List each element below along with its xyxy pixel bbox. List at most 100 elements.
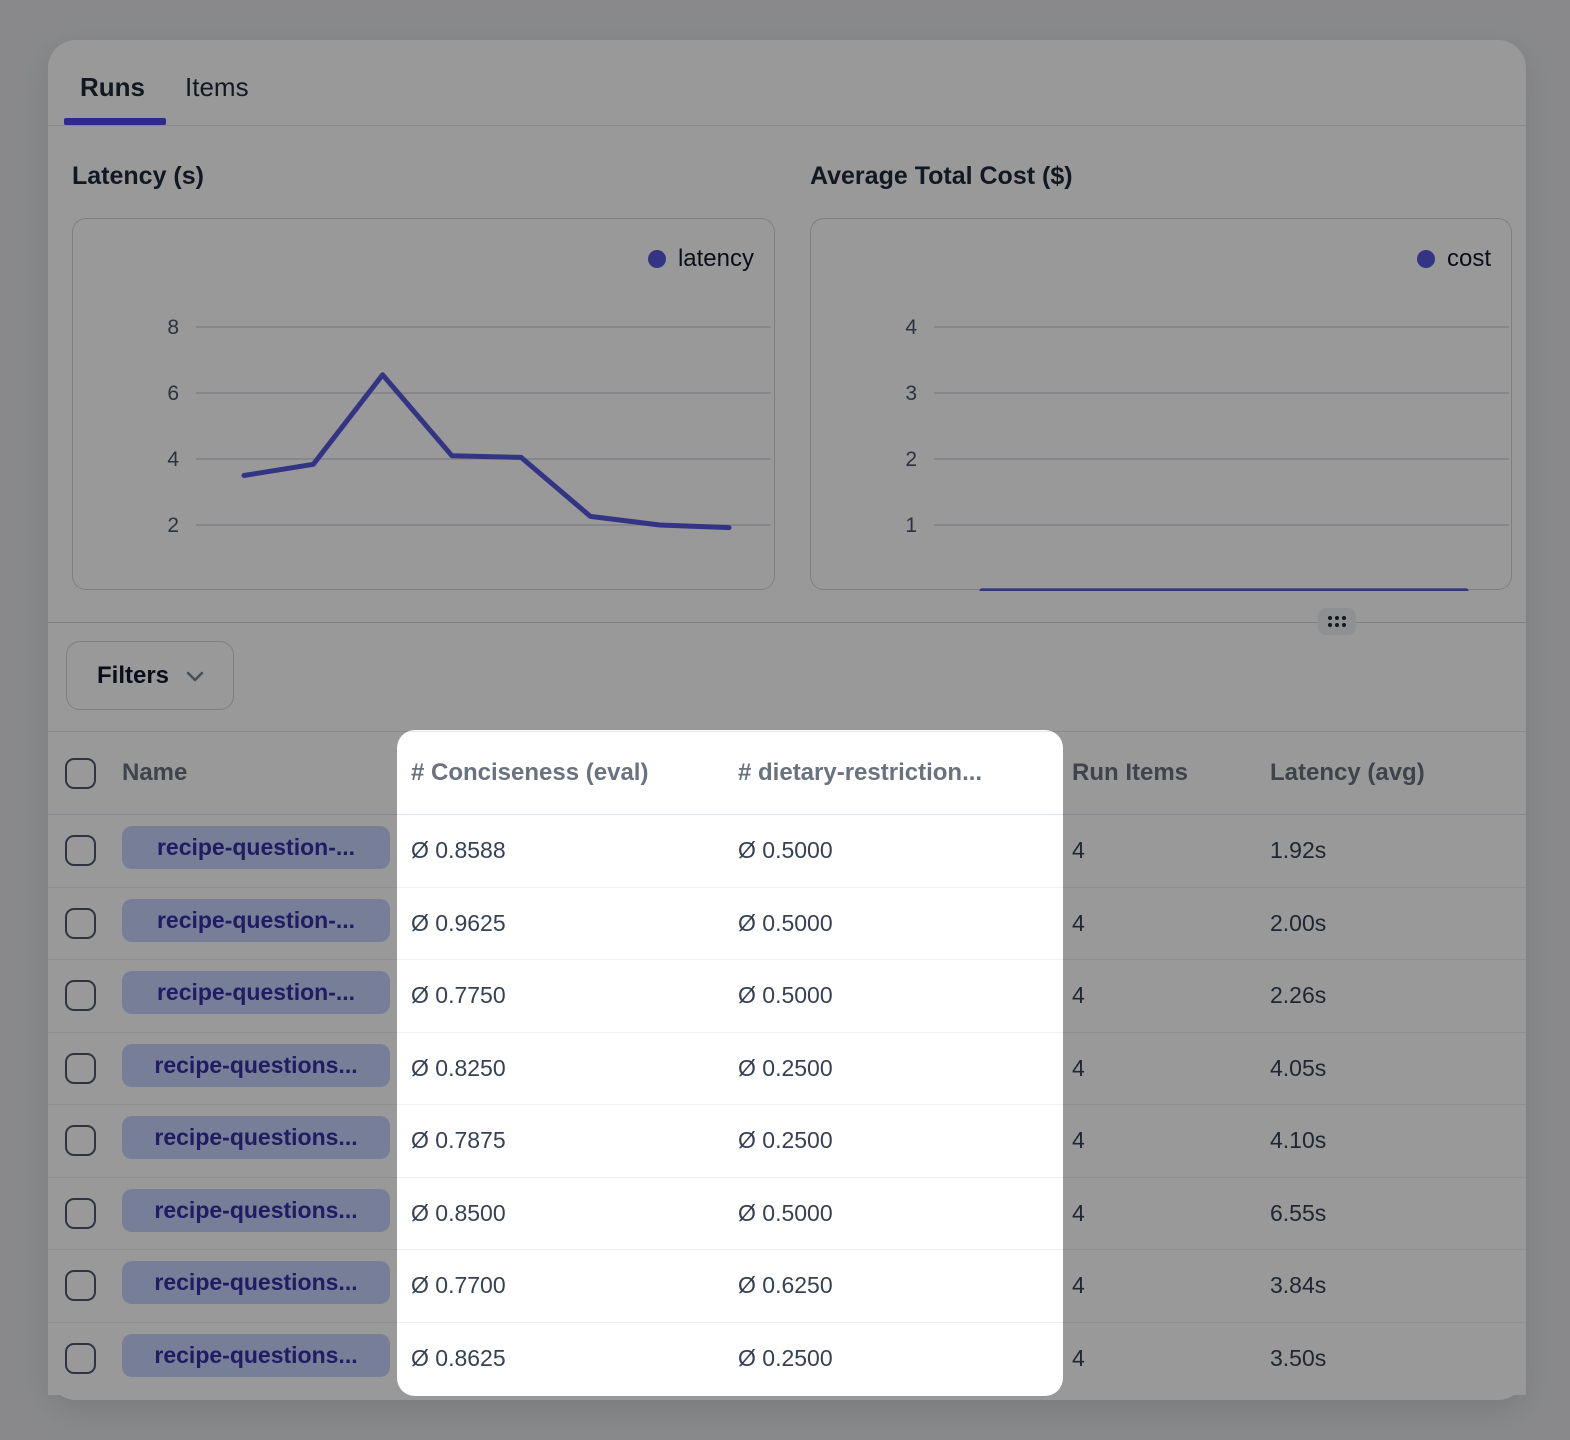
chevron-down-icon <box>183 664 207 688</box>
row-checkbox-cell <box>48 1270 110 1301</box>
svg-text:4: 4 <box>905 316 917 339</box>
row-checkbox[interactable] <box>65 1198 96 1229</box>
row-checkbox-cell <box>48 980 110 1011</box>
dietary-cell: Ø 0.6250 <box>725 1272 1063 1299</box>
section-divider <box>48 622 1526 623</box>
runs-table: Name # Conciseness (eval) # dietary-rest… <box>48 731 1526 1395</box>
row-checkbox-cell <box>48 1125 110 1156</box>
run-name-badge[interactable]: recipe-questions... <box>122 1261 390 1304</box>
run-items-cell: 4 <box>1063 1272 1245 1299</box>
table-header-row: Name # Conciseness (eval) # dietary-rest… <box>48 731 1526 815</box>
row-checkbox[interactable] <box>65 1125 96 1156</box>
column-header-run-items[interactable]: Run Items <box>1063 759 1245 787</box>
conciseness-cell: Ø 0.7875 <box>398 1127 725 1154</box>
tab-runs[interactable]: Runs <box>80 72 145 103</box>
cost-legend-label: cost <box>1447 245 1491 273</box>
row-checkbox[interactable] <box>65 1270 96 1301</box>
table-row[interactable]: recipe-questions... Ø 0.7875 Ø 0.2500 4 … <box>48 1105 1526 1178</box>
dietary-cell: Ø 0.2500 <box>725 1345 1063 1372</box>
tab-items[interactable]: Items <box>185 72 249 103</box>
latency-cell: 2.00s <box>1245 910 1526 937</box>
cost-chart-title: Average Total Cost ($) <box>810 162 1073 191</box>
run-name-cell: recipe-questions... <box>110 1189 398 1238</box>
latency-cell: 4.10s <box>1245 1127 1526 1154</box>
latency-legend-dot-icon <box>648 250 666 268</box>
run-name-badge[interactable]: recipe-question-... <box>122 899 390 942</box>
run-name-cell: recipe-questions... <box>110 1261 398 1310</box>
row-checkbox[interactable] <box>65 1343 96 1374</box>
table-row[interactable]: recipe-question-... Ø 0.8588 Ø 0.5000 4 … <box>48 815 1526 888</box>
svg-text:2: 2 <box>167 514 179 537</box>
run-name-badge[interactable]: recipe-questions... <box>122 1189 390 1232</box>
svg-text:8: 8 <box>167 316 179 339</box>
run-name-cell: recipe-questions... <box>110 1334 398 1383</box>
table-row[interactable]: recipe-questions... Ø 0.8625 Ø 0.2500 4 … <box>48 1323 1526 1396</box>
latency-chart-title: Latency (s) <box>72 162 204 191</box>
row-checkbox-cell <box>48 908 110 939</box>
table-body: recipe-question-... Ø 0.8588 Ø 0.5000 4 … <box>48 815 1526 1395</box>
run-name-cell: recipe-question-... <box>110 826 398 875</box>
filters-button[interactable]: Filters <box>66 641 234 710</box>
latency-chart-legend: latency <box>648 245 754 273</box>
drag-dots-icon <box>1328 616 1346 627</box>
row-checkbox-cell <box>48 835 110 866</box>
run-name-cell: recipe-questions... <box>110 1116 398 1165</box>
conciseness-cell: Ø 0.8588 <box>398 837 725 864</box>
run-name-cell: recipe-question-... <box>110 899 398 948</box>
dietary-cell: Ø 0.2500 <box>725 1127 1063 1154</box>
latency-chart-plot: 8642 <box>73 219 776 591</box>
resize-drag-handle[interactable] <box>1318 608 1356 635</box>
run-items-cell: 4 <box>1063 837 1245 864</box>
run-items-cell: 4 <box>1063 982 1245 1009</box>
latency-chart-panel: 8642 latency <box>72 218 775 590</box>
cost-chart-legend: cost <box>1417 245 1491 273</box>
column-header-conciseness[interactable]: # Conciseness (eval) <box>398 759 725 787</box>
svg-text:2: 2 <box>905 448 917 471</box>
conciseness-cell: Ø 0.8250 <box>398 1055 725 1082</box>
svg-text:6: 6 <box>167 382 179 405</box>
table-row[interactable]: recipe-questions... Ø 0.7700 Ø 0.6250 4 … <box>48 1250 1526 1323</box>
row-checkbox[interactable] <box>65 835 96 866</box>
row-checkbox[interactable] <box>65 1053 96 1084</box>
table-row[interactable]: recipe-questions... Ø 0.8250 Ø 0.2500 4 … <box>48 1033 1526 1106</box>
run-name-badge[interactable]: recipe-question-... <box>122 971 390 1014</box>
run-name-badge[interactable]: recipe-questions... <box>122 1044 390 1087</box>
column-header-dietary[interactable]: # dietary-restriction... <box>725 759 1063 787</box>
latency-cell: 6.55s <box>1245 1200 1526 1227</box>
conciseness-cell: Ø 0.7750 <box>398 982 725 1009</box>
latency-cell: 4.05s <box>1245 1055 1526 1082</box>
dietary-cell: Ø 0.5000 <box>725 982 1063 1009</box>
latency-cell: 3.84s <box>1245 1272 1526 1299</box>
run-name-badge[interactable]: recipe-questions... <box>122 1334 390 1377</box>
run-name-badge[interactable]: recipe-questions... <box>122 1116 390 1159</box>
run-items-cell: 4 <box>1063 1345 1245 1372</box>
row-checkbox-cell <box>48 1053 110 1084</box>
run-items-cell: 4 <box>1063 1200 1245 1227</box>
table-row[interactable]: recipe-question-... Ø 0.9625 Ø 0.5000 4 … <box>48 888 1526 961</box>
row-checkbox-cell <box>48 1198 110 1229</box>
conciseness-cell: Ø 0.8625 <box>398 1345 725 1372</box>
latency-cell: 2.26s <box>1245 982 1526 1009</box>
run-items-cell: 4 <box>1063 910 1245 937</box>
latency-legend-label: latency <box>678 245 754 273</box>
table-row[interactable]: recipe-questions... Ø 0.8500 Ø 0.5000 4 … <box>48 1178 1526 1251</box>
table-row[interactable]: recipe-question-... Ø 0.7750 Ø 0.5000 4 … <box>48 960 1526 1033</box>
run-name-cell: recipe-question-... <box>110 971 398 1020</box>
run-items-cell: 4 <box>1063 1127 1245 1154</box>
latency-cell: 3.50s <box>1245 1345 1526 1372</box>
row-checkbox[interactable] <box>65 980 96 1011</box>
conciseness-cell: Ø 0.7700 <box>398 1272 725 1299</box>
svg-text:1: 1 <box>905 514 917 537</box>
select-all-checkbox[interactable] <box>65 758 96 789</box>
conciseness-cell: Ø 0.9625 <box>398 910 725 937</box>
active-tab-indicator <box>64 118 166 125</box>
run-items-cell: 4 <box>1063 1055 1245 1082</box>
cost-legend-dot-icon <box>1417 250 1435 268</box>
conciseness-cell: Ø 0.8500 <box>398 1200 725 1227</box>
column-header-name[interactable]: Name <box>110 759 398 787</box>
row-checkbox-cell <box>48 1343 110 1374</box>
row-checkbox[interactable] <box>65 908 96 939</box>
run-name-badge[interactable]: recipe-question-... <box>122 826 390 869</box>
tab-bar: Runs Items <box>48 40 1526 126</box>
column-header-latency[interactable]: Latency (avg) <box>1245 759 1526 787</box>
